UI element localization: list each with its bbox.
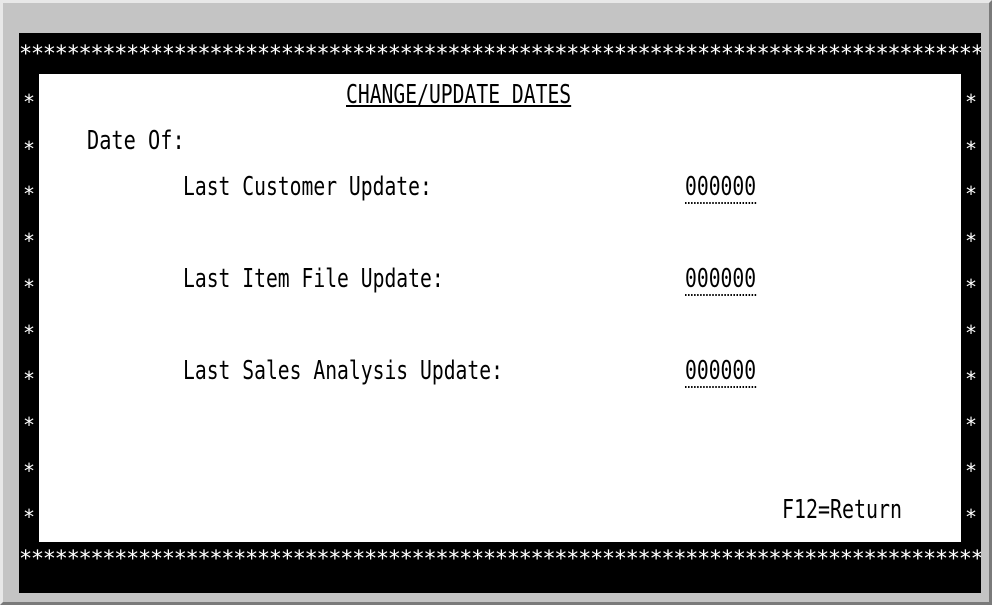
border-star: * xyxy=(964,413,978,437)
border-star: * xyxy=(964,182,978,206)
last-sales-analysis-update-label: Last Sales Analysis Update: xyxy=(183,356,503,386)
border-star: * xyxy=(22,182,36,206)
border-star: * xyxy=(22,413,36,437)
last-customer-update-field[interactable]: 000000 xyxy=(685,172,757,204)
border-star: * xyxy=(964,505,978,529)
last-item-file-update-label: Last Item File Update: xyxy=(183,264,444,294)
f12-return-key[interactable]: F12=Return xyxy=(782,495,902,525)
border-star: * xyxy=(22,275,36,299)
border-star: * xyxy=(22,459,36,483)
terminal-screen: ****************************************… xyxy=(19,33,981,593)
top-star-border: ****************************************… xyxy=(19,42,981,67)
border-star: * xyxy=(964,459,978,483)
last-item-file-update-field[interactable]: 000000 xyxy=(685,264,757,296)
last-customer-update-label: Last Customer Update: xyxy=(183,172,432,202)
border-star: * xyxy=(22,90,36,114)
border-star: * xyxy=(22,505,36,529)
section-label: Date Of: xyxy=(87,126,185,156)
bottom-star-border: ****************************************… xyxy=(19,547,981,572)
border-star: * xyxy=(22,229,36,253)
border-star: * xyxy=(964,321,978,345)
terminal-window-frame: ****************************************… xyxy=(0,0,992,605)
border-star: * xyxy=(964,367,978,391)
screen-title: CHANGE/UPDATE DATES xyxy=(346,80,572,110)
border-star: * xyxy=(964,137,978,161)
last-sales-analysis-update-field[interactable]: 000000 xyxy=(685,356,757,388)
screen-panel: CHANGE/UPDATE DATES Date Of: Last Custom… xyxy=(39,74,961,542)
border-star: * xyxy=(964,275,978,299)
border-star: * xyxy=(964,229,978,253)
border-star: * xyxy=(22,321,36,345)
left-star-border: * * * * * * * * * * xyxy=(21,74,37,542)
border-star: * xyxy=(22,367,36,391)
border-star: * xyxy=(964,90,978,114)
border-star: * xyxy=(22,137,36,161)
right-star-border: * * * * * * * * * * xyxy=(963,74,979,542)
